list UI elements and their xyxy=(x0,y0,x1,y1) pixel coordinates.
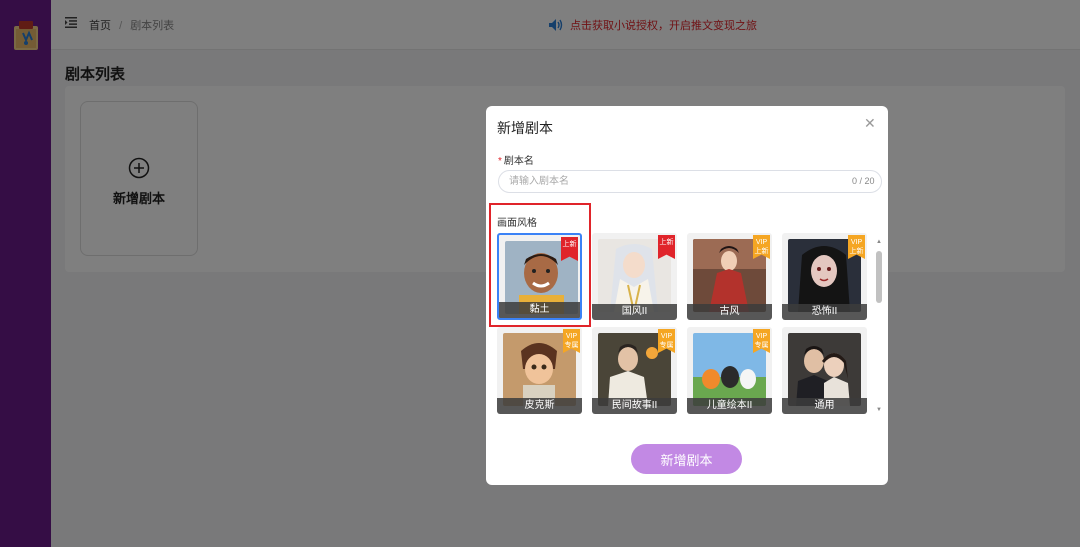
style-option-general[interactable]: 通用 xyxy=(782,327,867,414)
required-mark: * xyxy=(498,156,502,167)
style-name: 通用 xyxy=(782,398,867,414)
style-name: 黏土 xyxy=(499,302,580,318)
scroll-down-arrow-icon[interactable]: ▼ xyxy=(876,407,882,413)
general-style-thumbnail xyxy=(788,333,861,406)
style-name: 民间故事II xyxy=(592,398,677,414)
script-name-input[interactable] xyxy=(498,170,882,193)
style-name: 国风II xyxy=(592,304,677,320)
style-name: 儿童绘本II xyxy=(687,398,772,414)
style-list-scrollbar[interactable]: ▲ ▼ xyxy=(876,239,882,415)
dialog-title: 新增剧本 xyxy=(497,120,553,136)
style-name: 皮克斯 xyxy=(497,398,582,414)
style-option-clay[interactable]: 上新 黏土 xyxy=(497,233,582,320)
style-option-guofeng2[interactable]: 上新 国风II xyxy=(592,233,677,320)
style-option-horror2[interactable]: VIP 上新 恐怖II xyxy=(782,233,867,320)
char-counter: 0 / 20 xyxy=(852,176,875,186)
style-name: 古风 xyxy=(687,304,772,320)
style-option-kids-picturebook2[interactable]: VIP 专属 儿童绘本II xyxy=(687,327,772,414)
submit-add-script-button[interactable]: 新增剧本 xyxy=(631,444,742,474)
script-name-label: * 剧本名 xyxy=(498,152,534,167)
style-option-folktale2[interactable]: VIP 专属 民间故事II xyxy=(592,327,677,414)
scroll-thumb[interactable] xyxy=(876,251,882,303)
style-option-pixar[interactable]: VIP 专属 皮克斯 xyxy=(497,327,582,414)
script-name-label-text: 剧本名 xyxy=(503,156,534,167)
style-section-label: 画面风格 xyxy=(497,218,537,229)
style-option-gufeng[interactable]: VIP 上新 古风 xyxy=(687,233,772,320)
close-icon[interactable]: ✕ xyxy=(864,116,876,130)
add-script-dialog: 新增剧本 ✕ *剧本名 0 / 20 画面风格 上新 黏土 上新 国风II xyxy=(486,106,888,485)
scroll-up-arrow-icon[interactable]: ▲ xyxy=(876,239,882,245)
style-name: 恐怖II xyxy=(782,304,867,320)
